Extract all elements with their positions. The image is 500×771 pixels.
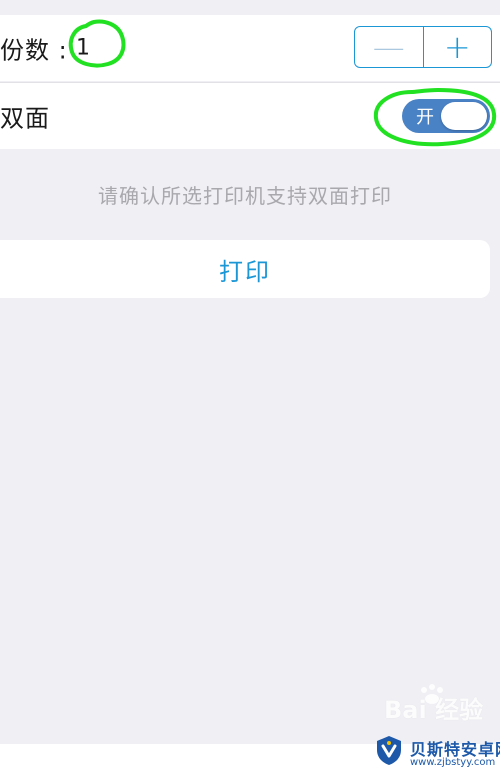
duplex-label: 双面: [0, 104, 50, 133]
copies-row: 份数 : 1 — +: [0, 15, 500, 81]
duplex-toggle[interactable]: 开: [402, 99, 490, 133]
plus-icon: +: [443, 28, 471, 66]
toggle-knob: [441, 102, 487, 130]
copies-label: 份数 :: [0, 36, 68, 65]
site-badge-url: www.zjbstyy.com: [410, 757, 496, 768]
site-badge: 贝斯特安卓网 www.zjbstyy.com: [370, 730, 500, 771]
print-button-label: 打印: [219, 257, 271, 286]
baidu-watermark: Bai 经验: [384, 696, 484, 724]
shield-logo-icon: [377, 736, 401, 765]
minus-icon: —: [372, 28, 405, 66]
decrement-button[interactable]: —: [355, 27, 424, 67]
increment-button[interactable]: +: [424, 27, 492, 67]
duplex-row: 双面 开: [0, 82, 500, 149]
copies-value: 1: [76, 35, 90, 61]
top-spacer: [0, 0, 500, 15]
copies-stepper[interactable]: — +: [354, 26, 492, 68]
duplex-hint-text: 请确认所选打印机支持双面打印: [98, 184, 392, 208]
print-button[interactable]: 打印: [0, 240, 490, 298]
toggle-on-text: 开: [416, 107, 434, 128]
